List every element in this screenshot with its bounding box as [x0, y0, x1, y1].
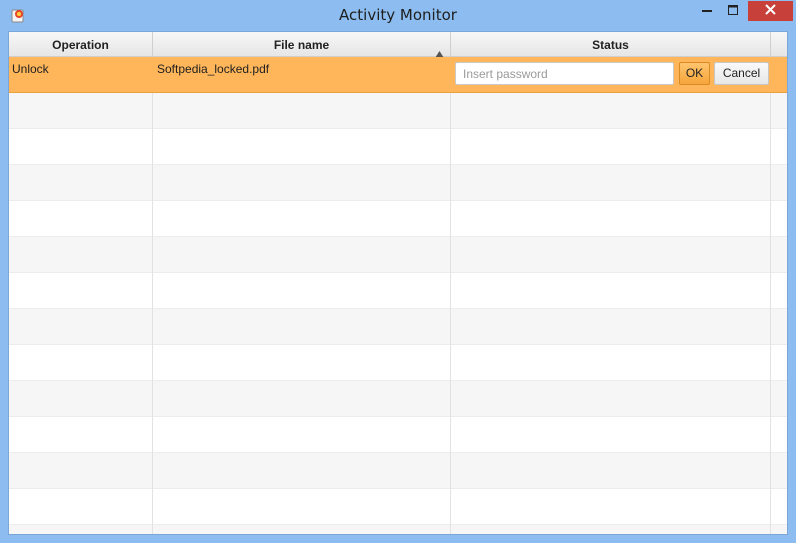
maximize-icon [728, 2, 738, 20]
empty-row [9, 129, 787, 165]
ok-button[interactable]: OK [679, 62, 710, 85]
column-header-file-name[interactable]: File name [153, 32, 451, 58]
minimize-button[interactable] [694, 1, 720, 21]
empty-row [9, 309, 787, 345]
column-header-filler [771, 32, 787, 56]
status-cell: OK Cancel [451, 57, 771, 93]
column-header-status[interactable]: Status [451, 32, 771, 56]
empty-row [9, 453, 787, 489]
window-title: Activity Monitor [339, 6, 457, 24]
operation-cell: Unlock [12, 62, 49, 76]
empty-row [9, 93, 787, 129]
close-button[interactable] [748, 1, 793, 21]
close-icon [765, 2, 776, 20]
table-row[interactable]: Unlock Softpedia_locked.pdf OK Cancel [9, 57, 787, 93]
filler-cell [771, 57, 787, 93]
empty-row [9, 165, 787, 201]
empty-row [9, 489, 787, 525]
maximize-button[interactable] [720, 1, 746, 21]
empty-row [9, 525, 787, 534]
activity-table: Operation File name Status Unlock Softpe… [8, 31, 788, 535]
empty-row [9, 201, 787, 237]
file-name-cell: Softpedia_locked.pdf [157, 62, 270, 76]
empty-row [9, 381, 787, 417]
empty-row [9, 345, 787, 381]
table-body: Unlock Softpedia_locked.pdf OK Cancel [9, 57, 787, 534]
table-header: Operation File name Status [9, 32, 787, 58]
password-input[interactable] [455, 62, 674, 85]
column-header-operation[interactable]: Operation [9, 32, 153, 56]
empty-row [9, 417, 787, 453]
app-window: Activity Monitor Operation File name Sta… [0, 0, 796, 543]
title-bar[interactable]: Activity Monitor [0, 0, 796, 31]
minimize-icon [702, 2, 712, 20]
cancel-button[interactable]: Cancel [714, 62, 769, 85]
empty-row [9, 237, 787, 273]
empty-row [9, 273, 787, 309]
